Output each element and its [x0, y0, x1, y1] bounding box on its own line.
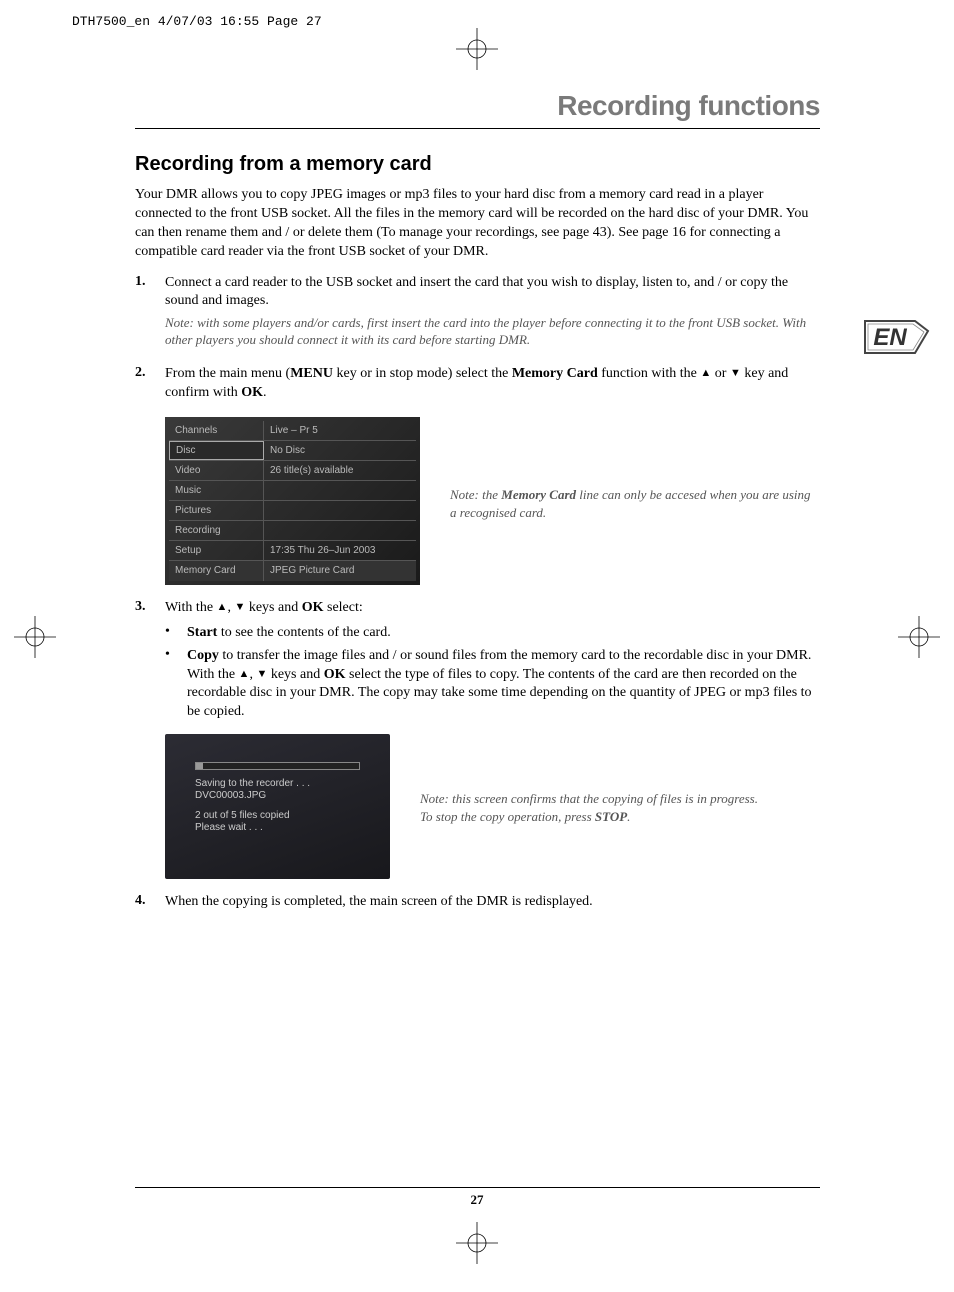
menu-item: Recording [169, 521, 264, 540]
down-arrow-icon: ▼ [234, 600, 245, 615]
bullet-copy: • Copy to transfer the image files and /… [165, 647, 820, 723]
menu-item: Memory Card [169, 561, 264, 581]
ok-key: OK [324, 667, 346, 682]
progress-screenshot: Saving to the recorder . . . DVC00003.JP… [165, 734, 390, 879]
down-arrow-icon: ▼ [730, 366, 741, 381]
menu-item: Disc [169, 441, 264, 460]
figure-note: Note: the Memory Card line can only be a… [450, 486, 820, 521]
registration-mark-icon [456, 28, 498, 70]
step-1: 1. Connect a card reader to the USB sock… [135, 274, 820, 360]
step-note: Note: with some players and/or cards, fi… [165, 315, 820, 349]
step-text: From the main menu ( [165, 366, 290, 381]
step-3: 3. With the ▲, ▼ keys and OK select: [135, 599, 820, 618]
step-2: 2. From the main menu (MENU key or in st… [135, 365, 820, 403]
menu-item: Pictures [169, 501, 264, 520]
step-number: 4. [135, 893, 153, 912]
progress-line: DVC00003.JPG [195, 790, 360, 802]
figure-note: Note: this screen confirms that the copy… [420, 790, 820, 825]
registration-mark-icon [456, 1222, 498, 1264]
step-text: When the copying is completed, the main … [165, 893, 820, 912]
menu-item: Setup [169, 541, 264, 560]
up-arrow-icon: ▲ [217, 600, 228, 615]
progress-line: Saving to the recorder . . . [195, 778, 360, 790]
step-number: 3. [135, 599, 153, 618]
footer-divider [135, 1187, 820, 1188]
step-4: 4. When the copying is completed, the ma… [135, 893, 820, 912]
memory-card-label: Memory Card [512, 366, 598, 381]
divider [135, 128, 820, 129]
up-arrow-icon: ▲ [239, 667, 250, 682]
menu-item: Channels [169, 421, 264, 440]
chapter-title: Recording functions [135, 90, 820, 122]
page-number: 27 [0, 1192, 954, 1208]
print-slug: DTH7500_en 4/07/03 16:55 Page 27 [72, 14, 322, 29]
bullet-start: • Start to see the contents of the card. [165, 624, 820, 643]
menu-item: Video [169, 461, 264, 480]
bullet-icon: • [165, 624, 175, 643]
intro-paragraph: Your DMR allows you to copy JPEG images … [135, 186, 820, 262]
section-title: Recording from a memory card [135, 153, 820, 176]
language-badge: EN [860, 313, 930, 358]
ok-key: OK [241, 385, 263, 400]
registration-mark-icon [14, 616, 56, 658]
progress-bar [195, 762, 360, 770]
progress-line: 2 out of 5 files copied [195, 810, 360, 822]
up-arrow-icon: ▲ [700, 366, 711, 381]
down-arrow-icon: ▼ [256, 667, 267, 682]
progress-line: Please wait . . . [195, 822, 360, 834]
ok-key: OK [302, 600, 324, 615]
step-number: 1. [135, 274, 153, 360]
step-number: 2. [135, 365, 153, 403]
bullet-icon: • [165, 647, 175, 723]
menu-key: MENU [290, 366, 333, 381]
registration-mark-icon [898, 616, 940, 658]
menu-screenshot: ChannelsLive – Pr 5 DiscNo Disc Video26 … [165, 417, 420, 585]
step-text: Connect a card reader to the USB socket … [165, 275, 788, 309]
svg-text:EN: EN [873, 324, 907, 351]
menu-item: Music [169, 481, 264, 500]
